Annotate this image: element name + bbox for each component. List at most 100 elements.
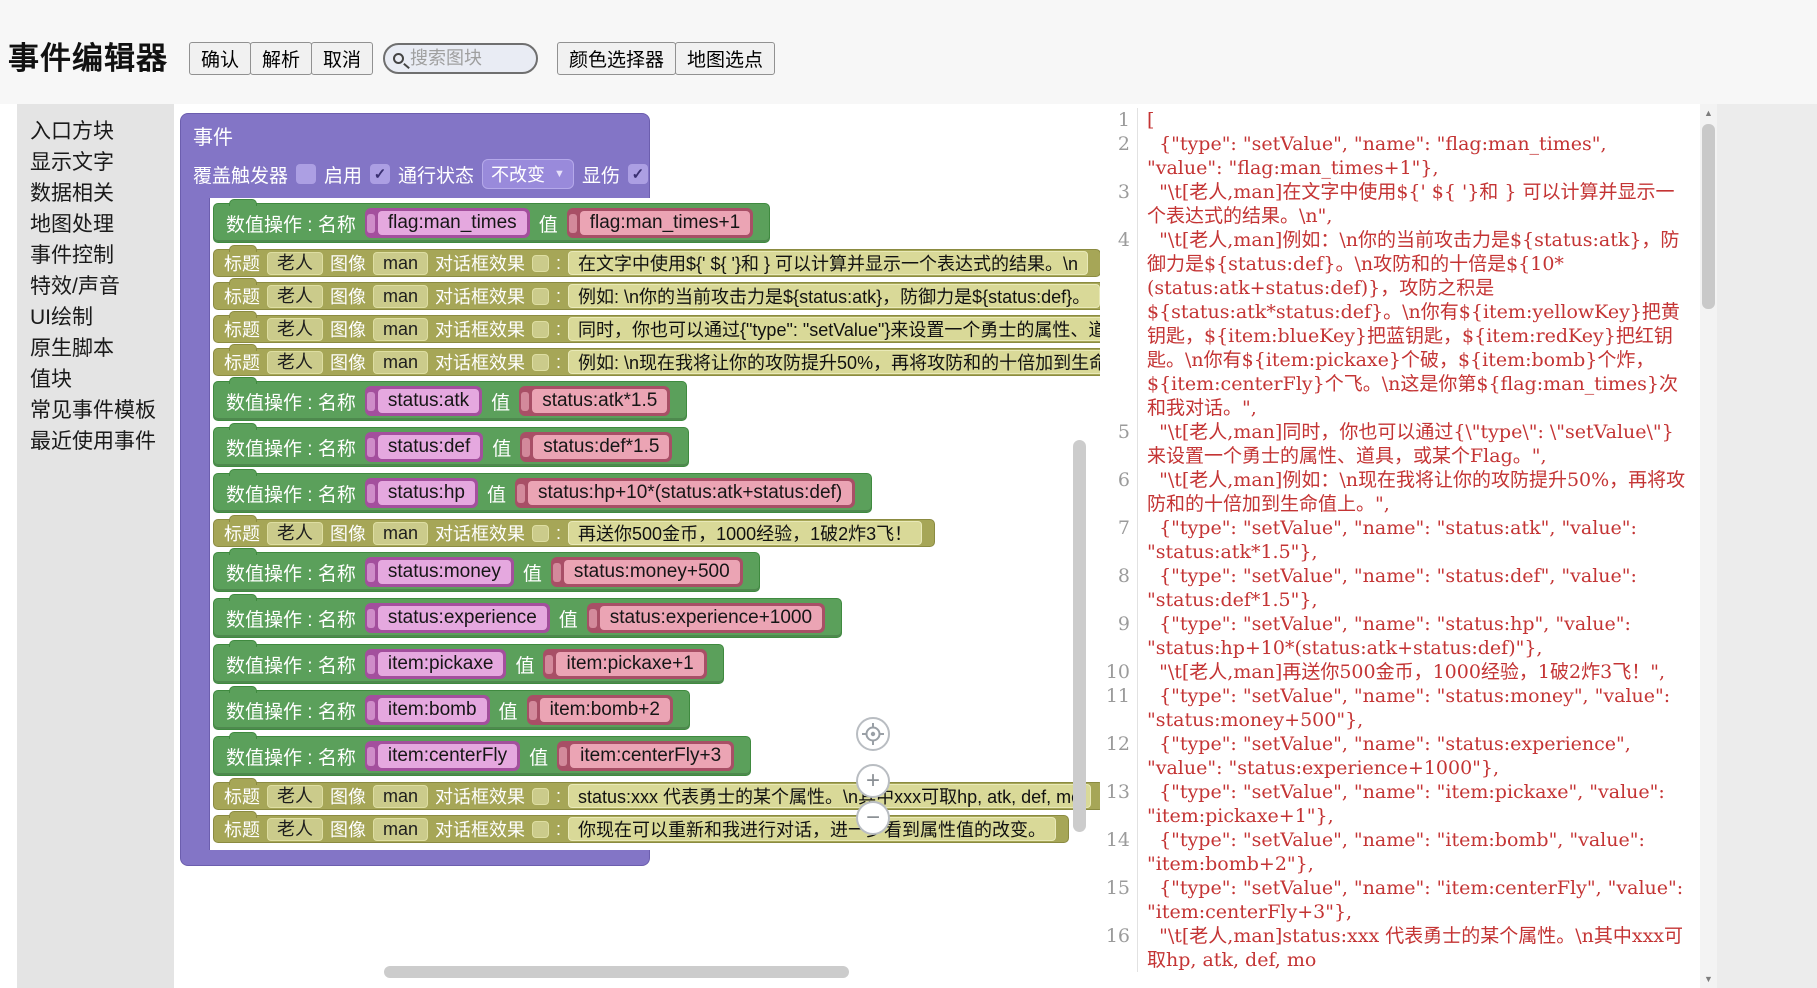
value-field[interactable]: item:centerFly+3: [570, 744, 731, 768]
setvalue-block[interactable]: 数值操作 : 名称status:experience值status:experi…: [213, 598, 842, 638]
setvalue-block[interactable]: 数值操作 : 名称item:bomb值item:bomb+2: [213, 690, 690, 730]
title-field[interactable]: 老人: [267, 285, 323, 308]
image-field[interactable]: man: [373, 785, 428, 808]
name-slot[interactable]: status:def: [365, 432, 483, 462]
dialog-effect-checkbox[interactable]: [532, 525, 549, 542]
name-slot[interactable]: status:experience: [365, 603, 550, 633]
value-field[interactable]: status:money+500: [564, 560, 740, 584]
value-slot[interactable]: item:centerFly+3: [557, 741, 734, 771]
value-slot[interactable]: status:money+500: [551, 557, 743, 587]
dialogue-text-field[interactable]: 再送你500金币，1000经验，1破2炸3飞！: [568, 521, 922, 545]
sidebar-item-5[interactable]: 事件控制: [30, 240, 174, 271]
dialogue-text-field[interactable]: 在文字中使用${' ${ '}和 } 可以计算并显示一个表达式的结果。\n: [568, 251, 1088, 275]
dialogue-text-block[interactable]: 标题老人图像man对话框效果:例如: \n现在我将让你的攻防提升50%，再将攻防…: [213, 348, 1100, 376]
value-slot[interactable]: status:hp+10*(status:atk+status:def): [515, 478, 855, 508]
dialogue-text-block[interactable]: 标题老人图像man对话框效果:你现在可以重新和我进行对话，进一步看到属性值的改变…: [213, 815, 1069, 843]
dialogue-text-block[interactable]: 标题老人图像man对话框效果:同时，你也可以通过{"type": "setVal…: [213, 315, 1100, 343]
value-slot[interactable]: item:pickaxe+1: [543, 649, 706, 679]
dialogue-text-field[interactable]: 例如: \n现在我将让你的攻防提升50%，再将攻防和的十倍加到生命值上。: [568, 350, 1100, 374]
sidebar-item-8[interactable]: 原生脚本: [30, 333, 174, 364]
name-slot[interactable]: flag:man_times: [365, 208, 530, 238]
blockly-workspace[interactable]: 事件 覆盖触发器 启用 ✓ 通行状态 不改变 ▼ 显伤 ✓ 数值操作: [174, 104, 1100, 988]
search-input[interactable]: [410, 48, 520, 69]
value-field[interactable]: item:pickaxe+1: [556, 652, 703, 676]
zoom-reset-button[interactable]: [856, 717, 890, 751]
dialogue-text-block[interactable]: 标题老人图像man对话框效果:在文字中使用${' ${ '}和 } 可以计算并显…: [213, 249, 1100, 277]
confirm-button[interactable]: 确认: [189, 42, 251, 75]
value-field[interactable]: status:hp+10*(status:atk+status:def): [528, 481, 852, 505]
cancel-button[interactable]: 取消: [311, 42, 373, 75]
name-field[interactable]: status:def: [378, 435, 480, 459]
title-field[interactable]: 老人: [267, 818, 323, 841]
dialogue-text-block[interactable]: 标题老人图像man对话框效果:再送你500金币，1000经验，1破2炸3飞！: [213, 519, 935, 547]
name-slot[interactable]: item:bomb: [365, 695, 490, 725]
pass-state-dropdown[interactable]: 不改变 ▼: [482, 159, 574, 189]
dialogue-text-field[interactable]: 例如: \n你的当前攻击力是${status:atk}，防御力是${status…: [568, 284, 1100, 308]
setvalue-block[interactable]: 数值操作 : 名称item:pickaxe值item:pickaxe+1: [213, 644, 724, 684]
title-field[interactable]: 老人: [267, 252, 323, 275]
value-slot[interactable]: status:experience+1000: [587, 603, 825, 633]
sidebar-item-7[interactable]: UI绘制: [30, 302, 174, 333]
value-slot[interactable]: item:bomb+2: [527, 695, 673, 725]
workspace-horizontal-scrollbar[interactable]: [384, 966, 849, 978]
sidebar-item-6[interactable]: 特效/声音: [30, 271, 174, 302]
dialog-effect-checkbox[interactable]: [532, 821, 549, 838]
name-field[interactable]: item:centerFly: [378, 744, 517, 768]
dialogue-text-field[interactable]: 你现在可以重新和我进行对话，进一步看到属性值的改变。: [568, 817, 1056, 841]
sidebar-item-4[interactable]: 地图处理: [30, 209, 174, 240]
sidebar-item-2[interactable]: 显示文字: [30, 147, 174, 178]
sidebar-item-10[interactable]: 常见事件模板: [30, 395, 174, 426]
image-field[interactable]: man: [373, 522, 428, 545]
title-field[interactable]: 老人: [267, 785, 323, 808]
name-slot[interactable]: status:money: [365, 557, 514, 587]
dialog-effect-checkbox[interactable]: [532, 321, 549, 338]
dialog-effect-checkbox[interactable]: [532, 354, 549, 371]
event-json-code[interactable]: 1[2 {"type": "setValue", "name": "flag:m…: [1100, 108, 1700, 988]
zoom-in-button[interactable]: +: [856, 764, 890, 798]
value-slot[interactable]: status:atk*1.5: [519, 386, 670, 416]
name-slot[interactable]: status:hp: [365, 478, 478, 508]
dialogue-text-block[interactable]: 标题老人图像man对话框效果:status:xxx 代表勇士的某个属性。\n其中…: [213, 782, 1100, 810]
workspace-vertical-scrollbar[interactable]: [1073, 440, 1086, 832]
setvalue-block[interactable]: 数值操作 : 名称status:def值status:def*1.5: [213, 427, 689, 467]
value-slot[interactable]: flag:man_times+1: [567, 208, 754, 238]
name-slot[interactable]: item:centerFly: [365, 741, 520, 771]
title-field[interactable]: 老人: [267, 522, 323, 545]
scroll-up-arrow-icon[interactable]: ▲: [1700, 104, 1717, 122]
event-json-editor[interactable]: 1[2 {"type": "setValue", "name": "flag:m…: [1100, 104, 1717, 988]
title-field[interactable]: 老人: [267, 318, 323, 341]
parse-button[interactable]: 解析: [250, 42, 312, 75]
event-container-block[interactable]: 事件 覆盖触发器 启用 ✓ 通行状态 不改变 ▼ 显伤 ✓ 数值操作: [180, 113, 1100, 866]
event-block-header[interactable]: 事件 覆盖触发器 启用 ✓ 通行状态 不改变 ▼ 显伤 ✓: [180, 113, 650, 198]
name-field[interactable]: status:hp: [378, 481, 475, 505]
value-field[interactable]: item:bomb+2: [540, 698, 670, 722]
color-picker-button[interactable]: 颜色选择器: [557, 42, 676, 75]
dialogue-text-field[interactable]: status:xxx 代表勇士的某个属性。\n其中xxx可取hp, atk, d…: [568, 784, 1091, 808]
title-field[interactable]: 老人: [267, 351, 323, 374]
sidebar-item-11[interactable]: 最近使用事件: [30, 426, 174, 457]
name-slot[interactable]: status:atk: [365, 386, 482, 416]
image-field[interactable]: man: [373, 318, 428, 341]
image-field[interactable]: man: [373, 252, 428, 275]
sidebar-item-1[interactable]: 入口方块: [30, 116, 174, 147]
search-box[interactable]: [383, 43, 538, 74]
setvalue-block[interactable]: 数值操作 : 名称item:centerFly值item:centerFly+3: [213, 736, 751, 776]
name-slot[interactable]: item:pickaxe: [365, 649, 507, 679]
scroll-down-arrow-icon[interactable]: ▼: [1700, 970, 1717, 988]
value-field[interactable]: flag:man_times+1: [580, 211, 751, 235]
image-field[interactable]: man: [373, 285, 428, 308]
image-field[interactable]: man: [373, 351, 428, 374]
dialog-effect-checkbox[interactable]: [532, 288, 549, 305]
name-field[interactable]: item:bomb: [378, 698, 487, 722]
value-slot[interactable]: status:def*1.5: [520, 432, 672, 462]
value-field[interactable]: status:def*1.5: [533, 435, 669, 459]
name-field[interactable]: status:atk: [378, 389, 479, 413]
code-scrollbar-thumb[interactable]: [1702, 124, 1715, 309]
name-field[interactable]: flag:man_times: [378, 211, 527, 235]
setvalue-block[interactable]: 数值操作 : 名称flag:man_times值flag:man_times+1: [213, 203, 770, 243]
image-field[interactable]: man: [373, 818, 428, 841]
setvalue-block[interactable]: 数值操作 : 名称status:money值status:money+500: [213, 552, 760, 592]
value-field[interactable]: status:atk*1.5: [532, 389, 667, 413]
setvalue-block[interactable]: 数值操作 : 名称status:atk值status:atk*1.5: [213, 381, 687, 421]
dialogue-text-block[interactable]: 标题老人图像man对话框效果:例如: \n你的当前攻击力是${status:at…: [213, 282, 1100, 310]
